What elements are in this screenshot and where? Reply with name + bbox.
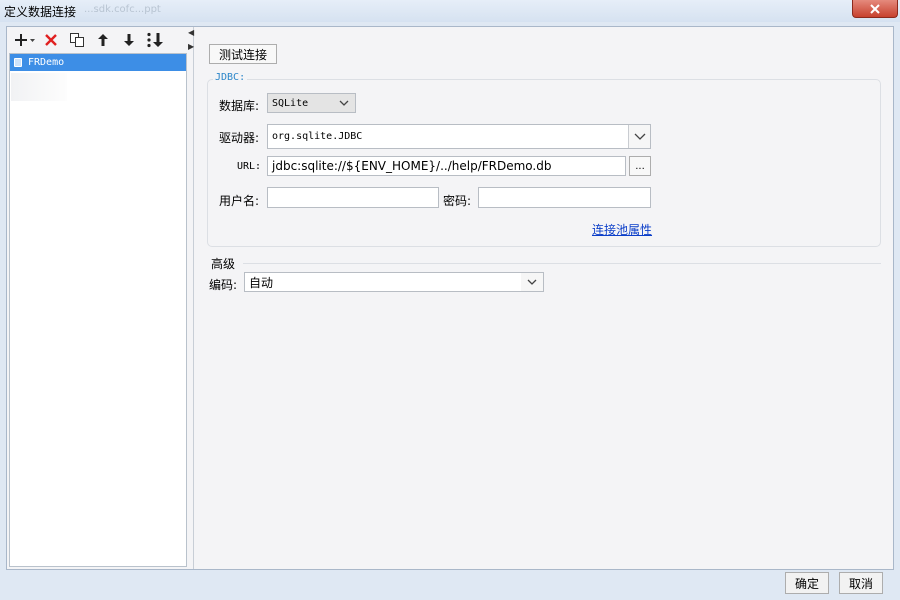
close-icon (870, 3, 880, 14)
collapse-left-icon[interactable]: ◀ (188, 29, 194, 37)
chevron-down-icon (628, 125, 650, 148)
cancel-button[interactable]: 取消 (839, 572, 883, 594)
delete-connection-button[interactable] (39, 29, 63, 51)
title-bar: 定义数据连接 ...sdk.cofc...ppt (0, 0, 900, 22)
advanced-title: 高级 (211, 257, 236, 271)
chevron-down-icon (521, 273, 543, 291)
drag-ghost (11, 73, 67, 101)
driver-select-value: org.sqlite.JDBC (272, 131, 363, 142)
sort-icon (147, 32, 163, 47)
url-browse-button[interactable]: ... (629, 156, 651, 176)
window-title: 定义数据连接 (4, 5, 77, 19)
dialog-window: ◀ ▶ FRDemo 测试连接 JDBC: 数据库: SQLite 驱动器: o… (6, 26, 894, 570)
move-down-button[interactable] (117, 29, 141, 51)
driver-select[interactable]: org.sqlite.JDBC (267, 124, 651, 149)
password-input[interactable] (478, 187, 651, 208)
chevron-down-icon (333, 94, 355, 112)
close-button[interactable] (852, 0, 898, 18)
password-label: 密码: (443, 194, 472, 208)
url-input[interactable]: jdbc:sqlite://${ENV_HOME}/../help/FRDemo… (267, 156, 626, 176)
plus-dropdown-icon (15, 33, 35, 46)
ok-button[interactable]: 确定 (785, 572, 829, 594)
database-select[interactable]: SQLite (267, 93, 356, 113)
copy-icon (70, 32, 84, 47)
database-icon (14, 58, 22, 67)
encoding-select-value: 自动 (249, 275, 274, 290)
copy-connection-button[interactable] (65, 29, 89, 51)
driver-label: 驱动器: (219, 131, 260, 145)
database-select-value: SQLite (272, 97, 309, 109)
test-connection-button[interactable]: 测试连接 (209, 44, 277, 64)
connection-pool-link[interactable]: 连接池属性 (592, 221, 652, 238)
jdbc-legend: JDBC: (213, 72, 248, 83)
expand-right-icon[interactable]: ▶ (188, 43, 194, 51)
red-x-icon (45, 33, 57, 46)
arrow-down-icon (124, 33, 134, 46)
tree-item-label: FRDemo (28, 57, 65, 68)
encoding-label: 编码: (209, 278, 238, 292)
sort-button[interactable] (143, 29, 167, 51)
title-ghost-text: ...sdk.cofc...ppt (84, 4, 161, 15)
arrow-up-icon (98, 33, 108, 46)
encoding-select[interactable]: 自动 (244, 272, 544, 292)
tree-item-frdemo[interactable]: FRDemo (10, 54, 186, 71)
move-up-button[interactable] (91, 29, 115, 51)
list-toolbar (7, 27, 194, 52)
add-connection-button[interactable] (13, 29, 37, 51)
connection-tree: FRDemo (9, 53, 187, 567)
url-label: URL: (237, 161, 262, 172)
connection-list-panel: ◀ ▶ FRDemo (7, 27, 194, 569)
database-label: 数据库: (219, 99, 260, 113)
username-input[interactable] (267, 187, 439, 208)
advanced-divider (243, 263, 881, 264)
username-label: 用户名: (219, 194, 260, 208)
